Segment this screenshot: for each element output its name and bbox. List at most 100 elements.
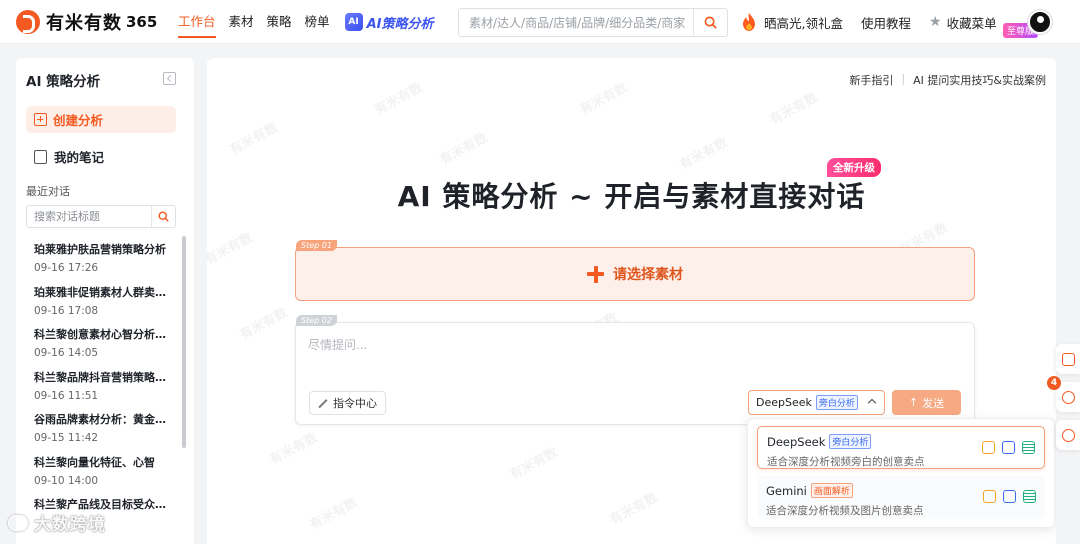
- watermark: 有米有数: [267, 430, 321, 469]
- select-material-button[interactable]: Step 01 请选择素材: [295, 240, 975, 301]
- nav-strategy[interactable]: 策略: [267, 0, 292, 44]
- arrow-up-icon: ↑: [908, 396, 919, 409]
- model-name: Gemini: [766, 483, 807, 498]
- favorites-link[interactable]: 收藏菜单: [947, 13, 997, 32]
- conversation-item[interactable]: 科兰黎向量化特征、心智 09-10 14:00: [16, 452, 184, 495]
- avatar[interactable]: [1028, 10, 1052, 34]
- nav-workbench[interactable]: 工作台: [178, 0, 216, 44]
- star-icon: ★: [929, 14, 942, 30]
- fire-icon: [743, 13, 755, 31]
- model-select-value: DeepSeek: [756, 396, 812, 409]
- conversation-title: 科兰黎向量化特征、心智: [34, 455, 155, 469]
- model-option-deepseek[interactable]: DeepSeek 旁白分析 适合深度分析视频旁白的创意卖点: [757, 426, 1045, 469]
- conversation-time: 09-16 17:08: [34, 304, 99, 317]
- magic-wand-icon: [318, 398, 328, 408]
- question-input[interactable]: [308, 335, 958, 355]
- nav-ai-strategy[interactable]: AI AI策略分析: [344, 13, 434, 32]
- command-center-label: 指令中心: [333, 397, 377, 410]
- document-icon: [1022, 441, 1035, 454]
- send-label: 发送: [922, 396, 945, 410]
- ai-tips-link[interactable]: AI 提问实用技巧&实战案例: [913, 72, 1046, 88]
- conversation-title: 科兰黎品牌抖音营销策略及...: [34, 370, 172, 384]
- conversation-search-input[interactable]: [27, 206, 151, 227]
- add-icon: [34, 113, 47, 126]
- conversation-search-button[interactable]: [151, 206, 175, 227]
- create-analysis-button[interactable]: 创建分析: [26, 106, 176, 133]
- collapse-sidebar-icon[interactable]: [163, 72, 176, 85]
- step-tag: Step 01: [296, 240, 337, 251]
- conversation-item[interactable]: 珀莱雅护肤品营销策略分析 09-16 17:26: [16, 239, 184, 282]
- main-panel: 有米有数 有米有数 有米有数 有米有数 有米有数 有米有数 有米有数 有米有数 …: [207, 58, 1056, 544]
- conversation-title: 珀莱雅非促销素材人群卖点...: [34, 285, 172, 299]
- logo-icon: [16, 10, 40, 34]
- model-name: DeepSeek: [767, 434, 826, 449]
- conversation-time: 09-10 14:00: [34, 474, 99, 487]
- command-center-button[interactable]: 指令中心: [309, 391, 386, 415]
- video-play-icon: [1061, 352, 1075, 366]
- model-description: 适合深度分析视频旁白的创意卖点: [767, 456, 925, 468]
- watermark: 有米有数: [237, 305, 291, 344]
- sidebar-title: AI 策略分析: [26, 74, 101, 90]
- image-icon: [983, 490, 996, 503]
- conversation-search: [26, 205, 176, 228]
- watermark: 有米有数: [767, 90, 821, 129]
- conversation-time: 09-15 11:42: [34, 432, 99, 444]
- tutorial-link[interactable]: 使用教程: [861, 13, 911, 32]
- watermark-logo: 大数跨境: [8, 510, 106, 535]
- conversation-item[interactable]: 科兰黎品牌抖音营销策略及... 09-16 11:51: [16, 367, 184, 410]
- conversation-item[interactable]: 谷雨品牌素材分析：黄金3... 09-15 11:42: [16, 409, 184, 452]
- promo-link[interactable]: 晒高光,领礼盒: [764, 13, 843, 32]
- model-description: 适合深度分析视频及图片创意卖点: [766, 505, 924, 517]
- watermark: 有米有数: [607, 490, 661, 529]
- logo[interactable]: 有米有数 365: [16, 9, 157, 35]
- beginner-guide-link[interactable]: 新手指引: [849, 72, 893, 88]
- image-icon: [982, 441, 995, 454]
- model-capabilities: [983, 490, 1036, 503]
- video-icon: [1002, 441, 1015, 454]
- watermark: 有米有数: [207, 230, 256, 269]
- watermark: 有米有数: [227, 120, 281, 159]
- my-notes-label: 我的笔记: [54, 150, 105, 165]
- model-dropdown: DeepSeek 旁白分析 适合深度分析视频旁白的创意卖点 Gemini 画面解析 …: [747, 418, 1055, 528]
- sidebar: AI 策略分析 创建分析 我的笔记 最近对话 珀莱雅护肤品营销策略分析 09-16…: [16, 58, 194, 544]
- watermark: 有米有数: [307, 495, 361, 534]
- video-icon: [1003, 490, 1016, 503]
- document-icon: [1023, 490, 1036, 503]
- model-tag: 旁白分析: [829, 434, 872, 449]
- brand-name: 有米有数: [46, 13, 122, 34]
- video-tool-button[interactable]: [1056, 344, 1080, 374]
- send-button[interactable]: ↑ 发送: [892, 390, 961, 415]
- model-option-gemini[interactable]: Gemini 画面解析 适合深度分析视频及图片创意卖点: [757, 476, 1045, 519]
- search-icon: [158, 211, 169, 222]
- main-nav: 工作台 素材 策略 榜单 AI AI策略分析: [178, 0, 433, 44]
- sidebar-scrollbar[interactable]: [182, 236, 186, 448]
- conversation-item[interactable]: 科兰黎创意素材心智分析报告 09-16 14:05: [16, 324, 184, 367]
- global-search: [458, 8, 728, 37]
- conversation-title: 谷雨品牌素材分析：黄金3...: [34, 413, 172, 426]
- conversation-time: 09-16 14:05: [34, 347, 99, 359]
- conversation-list: 珀莱雅护肤品营销策略分析 09-16 17:26 珀莱雅非促销素材人群卖点... 0…: [16, 239, 184, 544]
- chat-icon: [1061, 428, 1075, 442]
- select-material-label: 请选择素材: [613, 267, 683, 283]
- notebook-icon: [34, 149, 47, 164]
- search-icon: [704, 16, 717, 29]
- top-right-menu: 晒高光,领礼盒 使用教程 ★ 收藏菜单: [740, 0, 1015, 44]
- model-select[interactable]: DeepSeek 旁白分析: [748, 390, 885, 415]
- create-analysis-label: 创建分析: [53, 113, 104, 128]
- nav-materials[interactable]: 素材: [229, 0, 254, 44]
- ai-nav-label: AI策略分析: [366, 16, 434, 32]
- step-tag: Step 02: [296, 315, 337, 326]
- search-input[interactable]: [459, 9, 695, 36]
- nav-rankings[interactable]: 榜单: [305, 0, 330, 44]
- help-links: 新手指引 | AI 提问实用技巧&实战案例: [849, 72, 1046, 88]
- notification-badge: 4: [1047, 376, 1061, 390]
- chevron-up-icon: [867, 398, 877, 408]
- my-notes-button[interactable]: 我的笔记: [34, 147, 104, 166]
- watermark-bubble-icon: [8, 514, 28, 531]
- watermark: 有米有数: [677, 135, 731, 174]
- conversation-item[interactable]: 珀莱雅非促销素材人群卖点... 09-16 17:08: [16, 282, 184, 325]
- customer-service-button[interactable]: [1056, 420, 1080, 450]
- model-tag: 旁白分析: [815, 395, 858, 410]
- search-button[interactable]: [693, 9, 727, 36]
- brand-suffix: 365: [126, 13, 158, 31]
